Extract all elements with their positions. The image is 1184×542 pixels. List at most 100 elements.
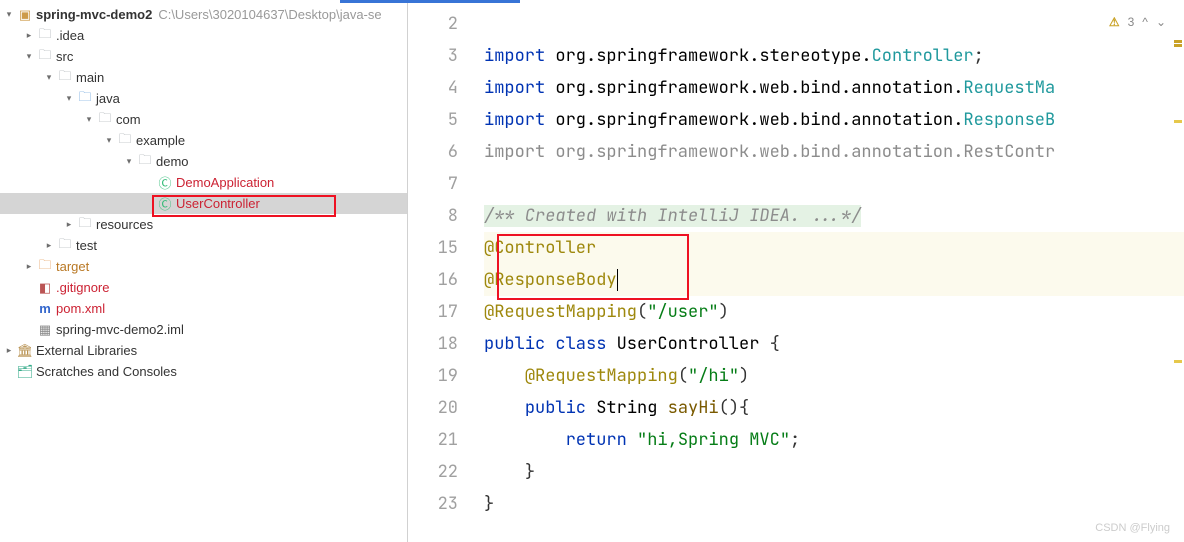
- tree-item-idea[interactable]: ▸ 🗀 .idea: [0, 25, 407, 46]
- tree-item-demo[interactable]: ▾ 🗀 demo: [0, 151, 407, 172]
- code-area[interactable]: import org.springframework.stereotype.Co…: [476, 0, 1184, 542]
- chevron-right-icon[interactable]: ▸: [22, 261, 36, 272]
- line-number[interactable]: 23: [408, 488, 458, 520]
- warning-count: 3: [1128, 6, 1135, 38]
- folder-icon: 🗀: [36, 25, 54, 47]
- inspections-widget[interactable]: ⚠ 3 ^ ⌄: [1109, 6, 1166, 38]
- module-icon: ▣: [16, 7, 34, 23]
- folder-icon: 🗀: [36, 46, 54, 68]
- code-line[interactable]: import org.springframework.web.bind.anno…: [484, 104, 1184, 136]
- line-number[interactable]: 19: [408, 360, 458, 392]
- tree-label: .gitignore: [56, 280, 109, 295]
- line-number[interactable]: 2: [408, 8, 458, 40]
- code-line[interactable]: import org.springframework.web.bind.anno…: [484, 72, 1184, 104]
- stripe-warning[interactable]: [1174, 44, 1182, 47]
- line-gutter[interactable]: 2 3 4 5 6 7 8 15 16 17 18 19 20 21 22 23: [408, 0, 476, 542]
- code-line[interactable]: @Controller: [484, 232, 1184, 264]
- tree-item-gitignore[interactable]: ◧ .gitignore: [0, 277, 407, 298]
- chevron-down-icon[interactable]: ▾: [82, 114, 96, 125]
- project-tree[interactable]: ▾ ▣ spring-mvc-demo2 C:\Users\3020104637…: [0, 0, 408, 542]
- tree-label: Scratches and Consoles: [36, 364, 177, 379]
- code-line[interactable]: import org.springframework.web.bind.anno…: [484, 136, 1184, 168]
- package-icon: 🗀: [116, 130, 134, 152]
- chevron-down-icon[interactable]: ▾: [2, 9, 16, 20]
- warning-icon: ⚠: [1109, 6, 1120, 38]
- watermark: CSDN @Flying: [1095, 522, 1170, 534]
- tree-item-src[interactable]: ▾ 🗀 src: [0, 46, 407, 67]
- tree-label: main: [76, 70, 104, 85]
- maven-icon: m: [36, 301, 54, 316]
- scratches-icon: 🗂: [16, 364, 34, 380]
- stripe-warning[interactable]: [1174, 40, 1182, 43]
- code-line[interactable]: @RequestMapping("/hi"): [484, 360, 1184, 392]
- tree-label: External Libraries: [36, 343, 137, 358]
- code-line[interactable]: }: [484, 456, 1184, 488]
- code-line[interactable]: /** Created with IntelliJ IDEA. ...*/: [484, 200, 1184, 232]
- chevron-down-icon[interactable]: ▾: [122, 156, 136, 167]
- code-line[interactable]: public class UserController {: [484, 328, 1184, 360]
- resources-folder-icon: 🗀: [76, 214, 94, 236]
- chevron-right-icon[interactable]: ▸: [22, 30, 36, 41]
- tree-item-scratches[interactable]: 🗂 Scratches and Consoles: [0, 361, 407, 382]
- tree-item-example[interactable]: ▾ 🗀 example: [0, 130, 407, 151]
- tree-label: java: [96, 91, 120, 106]
- code-editor[interactable]: 2 3 4 5 6 7 8 15 16 17 18 19 20 21 22 23…: [408, 0, 1184, 542]
- tree-label: resources: [96, 217, 153, 232]
- chevron-down-icon[interactable]: ▾: [22, 51, 36, 62]
- tree-item-target[interactable]: ▸ 🗀 target: [0, 256, 407, 277]
- tree-label: test: [76, 238, 97, 253]
- line-number[interactable]: 3: [408, 40, 458, 72]
- folder-icon: 🗀: [56, 235, 74, 257]
- tree-item-java[interactable]: ▾ 🗀 java: [0, 88, 407, 109]
- next-highlight-icon[interactable]: ⌄: [1156, 6, 1166, 38]
- line-number[interactable]: 7: [408, 168, 458, 200]
- tree-path: C:\Users\3020104637\Desktop\java-se: [158, 7, 381, 22]
- line-number[interactable]: 8: [408, 200, 458, 232]
- chevron-down-icon[interactable]: ▾: [102, 135, 116, 146]
- tree-label: target: [56, 259, 89, 274]
- code-line[interactable]: @RequestMapping("/user"): [484, 296, 1184, 328]
- stripe-mark[interactable]: [1174, 120, 1182, 123]
- tree-label: spring-mvc-demo2.iml: [56, 322, 184, 337]
- tree-label: com: [116, 112, 141, 127]
- line-number[interactable]: 18: [408, 328, 458, 360]
- line-number[interactable]: 17: [408, 296, 458, 328]
- line-number[interactable]: 16: [408, 264, 458, 296]
- folder-icon: 🗀: [56, 67, 74, 89]
- package-icon: 🗀: [96, 109, 114, 131]
- tree-item-com[interactable]: ▾ 🗀 com: [0, 109, 407, 130]
- code-line[interactable]: [484, 8, 1184, 40]
- tree-item-demoapp[interactable]: Ⓒ DemoApplication: [0, 172, 407, 193]
- stripe-mark[interactable]: [1174, 360, 1182, 363]
- chevron-down-icon[interactable]: ▾: [42, 72, 56, 83]
- error-stripe[interactable]: [1172, 0, 1182, 542]
- code-line[interactable]: [484, 168, 1184, 200]
- code-line[interactable]: public String sayHi(){: [484, 392, 1184, 424]
- code-line[interactable]: }: [484, 488, 1184, 520]
- chevron-down-icon[interactable]: ▾: [62, 93, 76, 104]
- code-line[interactable]: return "hi,Spring MVC";: [484, 424, 1184, 456]
- tree-item-usercontroller[interactable]: Ⓒ UserController: [0, 193, 407, 214]
- prev-highlight-icon[interactable]: ^: [1142, 6, 1148, 38]
- tree-item-external[interactable]: ▸ 🏛 External Libraries: [0, 340, 407, 361]
- tree-item-resources[interactable]: ▸ 🗀 resources: [0, 214, 407, 235]
- tree-item-main[interactable]: ▾ 🗀 main: [0, 67, 407, 88]
- line-number[interactable]: 20: [408, 392, 458, 424]
- line-number[interactable]: 4: [408, 72, 458, 104]
- code-line[interactable]: @ResponseBody: [484, 264, 1184, 296]
- chevron-right-icon[interactable]: ▸: [2, 345, 16, 356]
- line-number[interactable]: 21: [408, 424, 458, 456]
- tree-root[interactable]: ▾ ▣ spring-mvc-demo2 C:\Users\3020104637…: [0, 4, 407, 25]
- line-number[interactable]: 15: [408, 232, 458, 264]
- chevron-right-icon[interactable]: ▸: [42, 240, 56, 251]
- chevron-right-icon[interactable]: ▸: [62, 219, 76, 230]
- tree-label: DemoApplication: [176, 175, 274, 190]
- line-number[interactable]: 22: [408, 456, 458, 488]
- line-number[interactable]: 6: [408, 136, 458, 168]
- tree-item-test[interactable]: ▸ 🗀 test: [0, 235, 407, 256]
- tree-item-iml[interactable]: ▦ spring-mvc-demo2.iml: [0, 319, 407, 340]
- tree-item-pom[interactable]: m pom.xml: [0, 298, 407, 319]
- code-line[interactable]: import org.springframework.stereotype.Co…: [484, 40, 1184, 72]
- tree-label: spring-mvc-demo2: [36, 7, 152, 22]
- line-number[interactable]: 5: [408, 104, 458, 136]
